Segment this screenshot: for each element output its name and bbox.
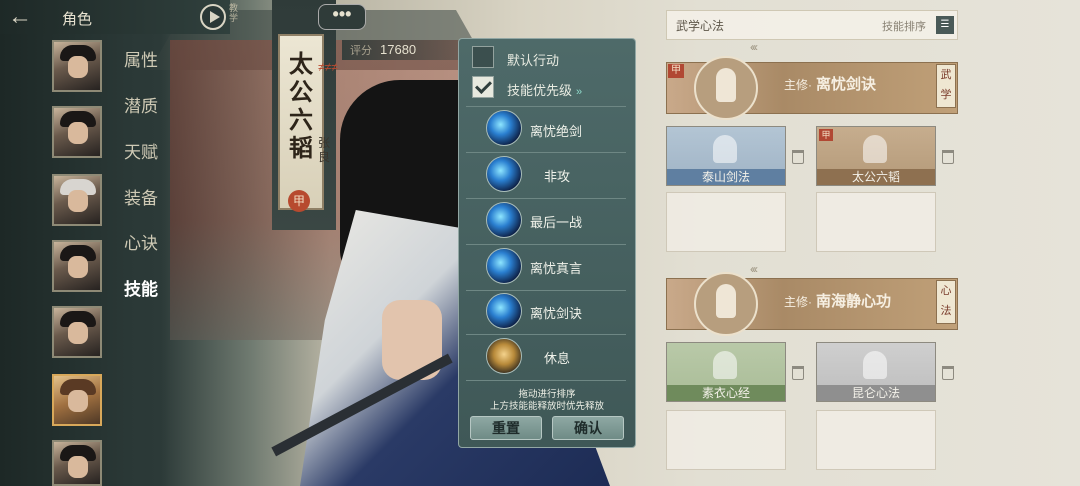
double-chevron-right-icon: » — [576, 86, 583, 98]
trash-icon[interactable] — [792, 366, 804, 380]
ornament-icon: ≠≠≠ — [318, 60, 338, 74]
skill-item-1[interactable]: 离忧绝剑 — [530, 121, 582, 140]
card-name: 泰山剑法 — [667, 169, 785, 185]
divider — [466, 380, 626, 381]
heart-side-tag: 心法 — [936, 280, 956, 324]
back-arrow-icon[interactable]: ← — [8, 5, 48, 29]
character-avatar[interactable] — [52, 240, 102, 292]
top-header: ← 角色 教学 — [0, 0, 238, 34]
heart-card[interactable]: 素衣心经 — [666, 342, 786, 402]
meditating-figure-icon — [716, 284, 736, 318]
heart-card[interactable]: 昆仑心法 — [816, 342, 936, 402]
character-avatar[interactable] — [52, 174, 102, 226]
empty-slot[interactable] — [816, 192, 936, 252]
character-avatar[interactable] — [52, 306, 102, 358]
divider — [466, 244, 626, 245]
menu-equipment[interactable]: 装备 — [124, 184, 158, 209]
main-prefix: 主修· — [784, 295, 812, 309]
grade-tag: 甲 — [668, 64, 684, 78]
chat-bubble-button[interactable]: ••• — [318, 4, 366, 30]
meditation-icon — [486, 338, 522, 374]
card-name: 昆仑心法 — [817, 385, 935, 401]
vortex-icon — [486, 248, 522, 284]
confirm-button[interactable]: 确认 — [552, 416, 624, 440]
swordsman-icon — [716, 68, 736, 102]
grade-seal: 甲 — [288, 190, 310, 212]
default-action-checkbox[interactable] — [472, 46, 494, 68]
meditating-figure-icon — [863, 351, 887, 379]
priority-hint: 上方技能能释放时优先释放 — [489, 401, 604, 412]
menu-skills[interactable]: 技能 — [124, 275, 158, 300]
slash-icon — [486, 293, 522, 329]
weapon-title: 太公六韬 — [289, 49, 313, 162]
skill-priority-label: 技能优先级 — [507, 83, 573, 98]
divider — [466, 290, 626, 291]
arrows-icon: ‹‹‹ — [750, 40, 758, 54]
arrows-icon: ‹‹‹ — [750, 262, 758, 276]
martial-arts-title: 武学心法 — [676, 19, 725, 33]
divider — [466, 106, 626, 107]
wave-icon — [486, 156, 522, 192]
score-value: 17680 — [380, 42, 417, 57]
burst-icon — [486, 202, 522, 238]
sort-icon[interactable]: ☰ — [936, 16, 954, 34]
sword-swirl-icon — [486, 110, 522, 146]
main-prefix: 主修· — [784, 78, 812, 92]
martial-card[interactable]: 泰山剑法 — [666, 126, 786, 186]
trash-icon[interactable] — [942, 150, 954, 164]
martial-side-tag: 武学 — [936, 64, 956, 108]
skill-item-2[interactable]: 非攻 — [544, 166, 570, 185]
meditating-figure-icon — [713, 351, 737, 379]
empty-slot[interactable] — [666, 410, 786, 470]
menu-attributes[interactable]: 属性 — [124, 46, 158, 71]
grade-tag: 甲 — [819, 129, 833, 141]
character-avatar[interactable] — [52, 106, 102, 158]
menu-potential[interactable]: 潜质 — [124, 92, 158, 117]
divider — [466, 334, 626, 335]
trash-icon[interactable] — [792, 150, 804, 164]
main-martial-name: 离忧剑诀 — [816, 76, 877, 93]
score-label: 评分 — [350, 45, 372, 57]
skill-priority-row[interactable]: 技能优先级» — [507, 80, 582, 99]
skill-item-4[interactable]: 离忧真言 — [530, 258, 582, 277]
character-avatar-selected[interactable] — [52, 374, 102, 426]
main-heart-label: 主修· 南海静心功 — [784, 290, 891, 311]
score-bar: 评分 17680 — [342, 40, 462, 60]
character-avatar[interactable] — [52, 40, 102, 92]
default-action-label: 默认行动 — [507, 53, 560, 68]
tutorial-label: 教学 — [229, 3, 239, 23]
martial-card[interactable]: 甲 太公六韬 — [816, 126, 936, 186]
character-avatar[interactable] — [52, 440, 102, 486]
card-name: 素衣心经 — [667, 385, 785, 401]
menu-talent[interactable]: 天赋 — [124, 138, 158, 163]
reset-button[interactable]: 重置 — [470, 416, 542, 440]
skill-priority-checkbox[interactable] — [472, 76, 494, 98]
skill-item-3[interactable]: 最后一战 — [530, 212, 582, 231]
trash-icon[interactable] — [942, 366, 954, 380]
divider — [466, 198, 626, 199]
character-sub-name: 张良 — [318, 136, 331, 164]
main-martial-label: 主修· 离忧剑诀 — [784, 73, 876, 94]
skill-item-5[interactable]: 离忧剑诀 — [530, 303, 582, 322]
skill-item-6[interactable]: 休息 — [544, 348, 570, 367]
main-heart-name: 南海静心功 — [816, 293, 892, 310]
divider — [466, 152, 626, 153]
menu-mental-art[interactable]: 心诀 — [124, 229, 158, 254]
skill-sort-label[interactable]: 技能排序 — [882, 18, 926, 34]
warrior-icon — [863, 135, 887, 163]
play-tutorial-icon[interactable] — [200, 4, 226, 30]
empty-slot[interactable] — [666, 192, 786, 252]
empty-slot[interactable] — [816, 410, 936, 470]
page-title: 角色 — [62, 11, 93, 28]
card-name: 太公六韬 — [817, 169, 935, 185]
swordsman-icon — [713, 135, 737, 163]
